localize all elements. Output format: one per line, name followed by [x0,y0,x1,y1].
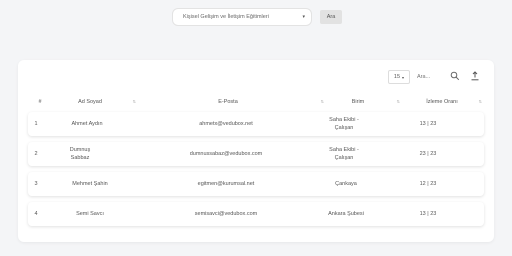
search-icon[interactable] [450,71,460,81]
chevron-down-icon: ▾ [402,74,405,80]
row-name: Ahmet Aydın [71,121,103,127]
export-icon[interactable] [470,71,480,81]
row-unit: Ankara Şubesi [328,211,364,217]
row-unit: Çankaya [335,181,357,187]
top-filter-bar: Kişisel Gelişim ve İletişim Eğitimleri ▾… [0,0,512,36]
row-name: Semi Savcı [76,211,104,217]
row-number: 1 [34,121,38,127]
row-email: dumnussabaz@vedubox.com [189,151,263,157]
row-rate: 13 | 23 [419,211,437,217]
column-header-unit[interactable]: Birim ⇅ [318,94,400,110]
row-email: egitmen@kurumsal.net [197,181,255,187]
row-name: Mehmet Şahin [72,181,108,187]
table-header: # Ad Soyad ⇅ E-Posta ⇅ Birim ⇅ İzleme Or… [28,94,484,110]
row-unit: Saha Ekibi - Çalışan [329,147,359,161]
row-rate: 23 | 23 [419,151,437,157]
row-number: 2 [34,151,38,157]
chevron-down-icon: ▾ [302,14,305,20]
course-select[interactable]: Kişisel Gelişim ve İletişim Eğitimleri ▾ [172,8,312,26]
course-select-value: Kişisel Gelişim ve İletişim Eğitimleri [183,14,269,20]
column-header-rate[interactable]: İzleme Oranı ⇅ [400,94,484,110]
column-header-email[interactable]: E-Posta ⇅ [136,94,324,110]
row-rate: 13 | 23 [419,121,437,127]
table-toolbar: 15 ▾ [18,60,494,90]
column-header-number[interactable]: # [32,94,48,110]
per-page-value: 15 [393,74,401,80]
table-row[interactable]: 1 Ahmet Aydın ahmetx@vedubox.net Saha Ek… [28,112,484,136]
row-email: ahmetx@vedubox.net [199,121,253,127]
table-row[interactable]: 4 Semi Savcı semisavci@vedubox.com Ankar… [28,202,484,226]
row-email: semisavci@vedubox.com [194,211,258,217]
row-rate: 12 | 23 [419,181,437,187]
report-card: 15 ▾ # Ad Soyad ⇅ E-Posta ⇅ Birim ⇅ [18,60,494,242]
row-name: Dumnuş Sabbaz [69,147,91,161]
table-row[interactable]: 2 Dumnuş Sabbaz dumnussabaz@vedubox.com … [28,142,484,166]
row-number: 4 [34,211,38,217]
per-page-select[interactable]: 15 ▾ [388,70,410,84]
row-number: 3 [34,181,38,187]
column-header-name[interactable]: Ad Soyad ⇅ [48,94,136,110]
table-row[interactable]: 3 Mehmet Şahin egitmen@kurumsal.net Çank… [28,172,484,196]
search-button[interactable]: Ara [320,10,342,24]
sort-icon: ⇅ [478,99,482,104]
row-unit: Saha Ekibi - Çalışan [329,117,359,131]
